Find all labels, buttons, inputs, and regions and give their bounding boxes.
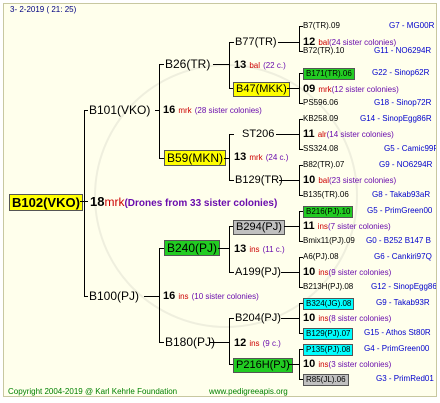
gen3-3-drone-info: 11 alr(14 sister colonies) [303,128,394,140]
gen4-origin-16: G3 - PrimRed01 [376,374,434,383]
gen4-origin-8: G8 - Takab93aR [372,190,431,199]
gen4-queen-8[interactable]: B135(TR).06 [303,191,349,199]
gen4-origin-3: G22 - Sinop62R [372,68,430,77]
gen3-queen-6[interactable]: A199(PJ) [235,267,281,278]
gen3-queen-3[interactable]: ST206 [242,129,274,140]
gen4-queen-2[interactable]: B72(TR).10 [303,47,344,55]
gen2-queen-2[interactable]: B59(MKN) [164,150,227,166]
gen3-2-drone-info: 09 mrk(12 sister colonies) [303,83,399,95]
gen2-queen-4[interactable]: B180(PJ) [165,336,215,348]
root-drone-info: 18mrk(Drones from 33 sister colonies) [90,194,278,209]
connector [159,64,160,159]
connector [276,134,300,135]
gen4-queen-12[interactable]: B213H(PJ).08 [303,283,353,291]
gen4-queen-10[interactable]: Bmix11(PJ).09 [303,237,355,245]
gen4-queen-9[interactable]: B216(PJ).10 [303,206,354,218]
connector [229,180,234,181]
gen4-origin-4: G18 - Sinop72R [374,98,432,107]
connector [224,158,230,159]
connector [229,226,230,273]
gen2-queen-3[interactable]: B240(PJ) [164,240,221,256]
gen2-queen-1[interactable]: B26(TR) [165,58,210,70]
gen1-2-drone-info: 16 ins (10 sister colonies) [163,290,259,302]
connector [159,342,164,343]
website-link[interactable]: www.pedigreeapis.org [209,388,288,396]
gen4-origin-13: G9 - Takab93R [376,298,430,307]
gen2-4-drone-info: 12 ins (9 c.) [234,337,281,349]
gen4-queen-1[interactable]: B7(TR).09 [303,22,340,30]
gen3-queen-8[interactable]: P216H(PJ) [233,358,293,373]
gen1-queen-2[interactable]: B100(PJ) [89,290,139,302]
connector [218,248,230,249]
gen3-queen-1[interactable]: B77(TR) [235,37,277,48]
gen3-queen-5[interactable]: B294(PJ) [233,220,285,235]
gen4-origin-9: G5 - PrimGreen00 [367,206,433,215]
connector [229,42,230,89]
gen2-3-drone-info: 13 ins (11 c.) [234,243,285,255]
connector [281,318,300,319]
connector [144,296,160,297]
gen3-queen-2[interactable]: B47(MKK) [233,82,290,97]
gen4-origin-12: G12 - SinopEgg86R [371,282,437,291]
connector [155,110,160,111]
gen1-queen-1[interactable]: B101(VKO) [89,104,150,116]
gen4-queen-13[interactable]: B324(JG).08 [303,298,355,310]
gen4-origin-5: G14 - SinopEgg86R [360,114,432,123]
gen4-queen-16[interactable]: R85(JL).06 [303,374,349,386]
gen4-queen-3[interactable]: B171(TR).06 [303,68,355,80]
gen4-queen-14[interactable]: B129(PJ).07 [303,328,354,340]
connector [210,342,230,343]
connector [278,42,300,43]
gen4-origin-11: G6 - Cankiri97Q [374,252,432,261]
date-stamp: 3- 2-2019 ( 21: 25) [10,5,77,14]
connector [281,272,300,273]
gen1-1-drone-info: 16 mrk (28 sister colonies) [163,104,262,116]
connector [284,226,300,227]
connector [287,88,300,89]
gen4-queen-7[interactable]: B82(TR).07 [303,161,344,169]
connector [84,110,88,111]
connector [159,64,164,65]
gen3-queen-7[interactable]: B204(PJ) [235,313,281,324]
connector [213,64,230,65]
connector [84,110,85,296]
root-queen[interactable]: B102(VKO) [9,194,83,211]
connector [229,272,234,273]
pedigree-canvas: 3- 2-2019 ( 21: 25) B102(VKO) 18mrk(Dron… [3,3,437,397]
connector [279,180,300,181]
gen4-queen-4[interactable]: PS596.06 [303,99,338,107]
gen4-origin-14: G15 - Athos St80R [364,328,431,337]
copyright-text: Copyright 2004-2019 @ Karl Kehrle Founda… [8,387,178,396]
connector [229,42,234,43]
gen4-queen-11[interactable]: A6(PJ).08 [303,253,339,261]
connector [299,26,300,51]
gen4-origin-7: G9 - NO6294R [379,160,433,169]
gen2-1-drone-info: 13 bal (22 c.) [234,59,286,71]
gen4-queen-6[interactable]: SS324.08 [303,145,338,153]
connector [229,134,234,135]
gen3-6-drone-info: 10 ins(9 sister colonies) [303,266,392,278]
gen3-8-drone-info: 10 ins(3 sister colonies) [303,358,392,370]
gen3-5-drone-info: 11 ins(7 sister colonies) [303,220,391,232]
gen4-origin-1: G7 - MG00R [389,21,435,30]
gen2-2-drone-info: 13 mrk (24 c.) [234,151,289,163]
gen4-origin-2: G11 - NO6294R [374,46,432,55]
gen3-4-drone-info: 10 bal(23 sister colonies) [303,174,397,186]
gen4-queen-15[interactable]: P135(PJ).08 [303,344,354,356]
gen4-origin-15: G4 - PrimGreen00 [364,344,430,353]
gen3-7-drone-info: 10 ins(8 sister colonies) [303,312,392,324]
gen4-queen-5[interactable]: KB258.09 [303,115,338,123]
gen4-origin-6: G5 - Camic99R [384,144,437,153]
connector [289,364,300,365]
gen4-origin-10: G0 - B252 B147 B [366,236,431,245]
connector [229,318,234,319]
gen3-queen-4[interactable]: B129(TR) [235,175,283,186]
connector [84,296,88,297]
